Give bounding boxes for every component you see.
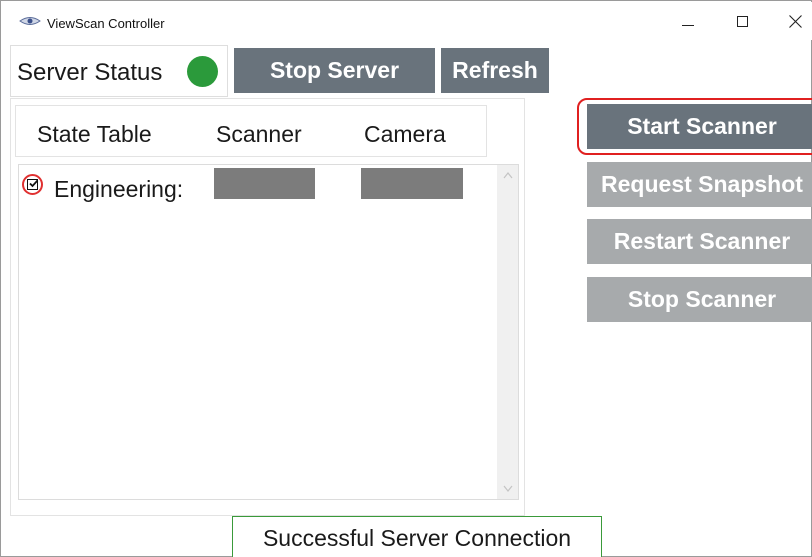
scroll-down-arrow-icon[interactable] [503,485,513,493]
minimize-button[interactable] [665,2,711,40]
header-scanner: Scanner [216,121,302,147]
table-row: Engineering: [19,165,495,205]
header-camera: Camera [364,121,446,147]
camera-state-cell [361,168,463,199]
viewscan-eye-icon [19,17,41,25]
checkmark-icon [29,179,39,188]
vertical-scrollbar[interactable] [497,165,518,499]
server-status-panel: Server Status [10,45,228,97]
restart-scanner-button[interactable]: Restart Scanner [587,219,812,264]
stop-scanner-button[interactable]: Stop Scanner [587,277,812,322]
start-scanner-button[interactable]: Start Scanner [587,104,812,149]
state-table-list[interactable]: Engineering: [18,164,519,500]
maximize-icon [737,16,748,27]
window-title: ViewScan Controller [47,16,165,31]
title-bar[interactable]: ViewScan Controller [2,2,812,40]
header-state-table: State Table [37,121,152,147]
close-button[interactable] [772,2,812,40]
maximize-button[interactable] [719,2,765,40]
scroll-up-arrow-icon[interactable] [503,171,513,179]
server-status-label: Server Status [17,59,163,86]
status-message: Successful Server Connection [232,516,602,557]
row-label: Engineering: [54,176,184,202]
scanner-state-cell [214,168,315,199]
stop-server-button[interactable]: Stop Server [234,48,435,93]
app-window: ViewScan Controller Server Status Stop S… [0,0,812,557]
close-icon [789,15,802,28]
server-status-indicator [187,56,218,87]
minimize-icon [682,25,694,26]
state-table-header: State Table Scanner Camera [15,105,487,157]
request-snapshot-button[interactable]: Request Snapshot [587,162,812,207]
refresh-button[interactable]: Refresh [441,48,549,93]
